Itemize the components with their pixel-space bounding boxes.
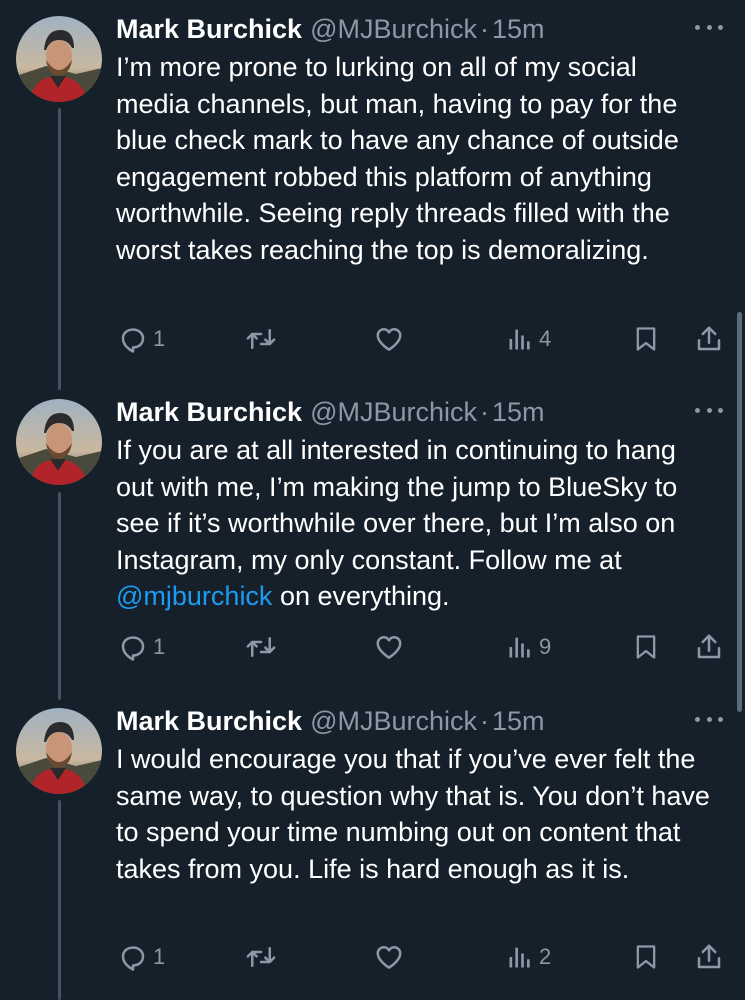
like-icon: [376, 636, 402, 659]
retweet-icon: [246, 947, 276, 967]
views-button[interactable]: 9: [506, 631, 551, 663]
tweet-text-part: If you are at all interested in continui…: [116, 435, 678, 575]
retweet-icon: [246, 637, 276, 657]
tweet[interactable]: Mark Burchick @MJBurchick · 15m If you are …: [0, 383, 745, 693]
separator-dot: ·: [480, 14, 490, 44]
reply-count: 1: [153, 326, 166, 351]
share-button[interactable]: [694, 941, 724, 973]
view-count: 4: [539, 326, 552, 351]
tweet[interactable]: Mark Burchick @MJBurchick · 15m I’m more pr…: [0, 0, 745, 385]
reply-count: 1: [153, 634, 166, 659]
tweet-text-part: on everything.: [272, 581, 450, 611]
tweet-header: Mark Burchick @MJBurchick · 15m: [116, 704, 545, 738]
timestamp[interactable]: 15m: [492, 706, 545, 736]
timestamp[interactable]: 15m: [492, 14, 545, 44]
bookmark-icon: [636, 327, 656, 351]
reply-button[interactable]: 1: [118, 323, 165, 355]
views-icon: [509, 947, 530, 968]
more-options-icon[interactable]: [695, 403, 723, 417]
like-button[interactable]: [374, 323, 404, 355]
reply-icon: [121, 946, 145, 971]
bookmark-button[interactable]: [632, 323, 660, 355]
view-count: 9: [539, 634, 552, 659]
share-icon: [697, 634, 721, 659]
bookmark-icon: [636, 635, 656, 659]
tweet-header: Mark Burchick @MJBurchick · 15m: [116, 395, 545, 429]
tweet-text: I would encourage you that if you’ve eve…: [116, 744, 710, 884]
share-icon: [697, 326, 721, 351]
like-icon: [376, 328, 402, 351]
retweet-button[interactable]: [244, 941, 278, 973]
reply-button[interactable]: 1: [118, 631, 165, 663]
author-name[interactable]: Mark Burchick: [116, 706, 302, 736]
tweet[interactable]: Mark Burchick @MJBurchick · 15m I would enc…: [0, 692, 745, 1000]
author-handle[interactable]: @MJBurchick: [310, 706, 477, 736]
avatar[interactable]: [16, 399, 102, 485]
view-count: 2: [539, 944, 552, 969]
like-icon: [376, 946, 402, 969]
views-icon: [509, 329, 530, 350]
reply-count: 1: [153, 944, 166, 969]
more-options-icon[interactable]: [695, 712, 723, 726]
views-button[interactable]: 4: [506, 323, 551, 355]
tweet-actions: 1 9: [116, 631, 731, 663]
views-button[interactable]: 2: [506, 941, 551, 973]
bookmark-button[interactable]: [632, 631, 660, 663]
tweet-actions: 1 4: [116, 323, 731, 355]
retweet-button[interactable]: [244, 323, 278, 355]
bookmark-button[interactable]: [632, 941, 660, 973]
like-button[interactable]: [374, 941, 404, 973]
separator-dot: ·: [480, 706, 490, 736]
author-handle[interactable]: @MJBurchick: [310, 14, 477, 44]
mention-link[interactable]: @mjburchick: [116, 581, 272, 611]
tweet-text: If you are at all interested in continui…: [116, 432, 716, 615]
separator-dot: ·: [480, 397, 490, 427]
reply-icon: [121, 328, 145, 353]
share-icon: [697, 944, 721, 969]
share-button[interactable]: [694, 323, 724, 355]
retweet-icon: [246, 329, 276, 349]
timestamp[interactable]: 15m: [492, 397, 545, 427]
tweet-header: Mark Burchick @MJBurchick · 15m: [116, 12, 545, 46]
author-name[interactable]: Mark Burchick: [116, 14, 302, 44]
bookmark-icon: [636, 945, 656, 969]
more-options-icon[interactable]: [695, 20, 723, 34]
author-name[interactable]: Mark Burchick: [116, 397, 302, 427]
reply-icon: [121, 636, 145, 661]
views-icon: [509, 637, 530, 658]
avatar[interactable]: [16, 708, 102, 794]
like-button[interactable]: [374, 631, 404, 663]
author-handle[interactable]: @MJBurchick: [310, 397, 477, 427]
avatar[interactable]: [16, 16, 102, 102]
retweet-button[interactable]: [244, 631, 278, 663]
tweet-actions: 1 2: [116, 941, 731, 973]
share-button[interactable]: [694, 631, 724, 663]
reply-button[interactable]: 1: [118, 941, 165, 973]
tweet-text: I’m more prone to lurking on all of my s…: [116, 52, 679, 265]
